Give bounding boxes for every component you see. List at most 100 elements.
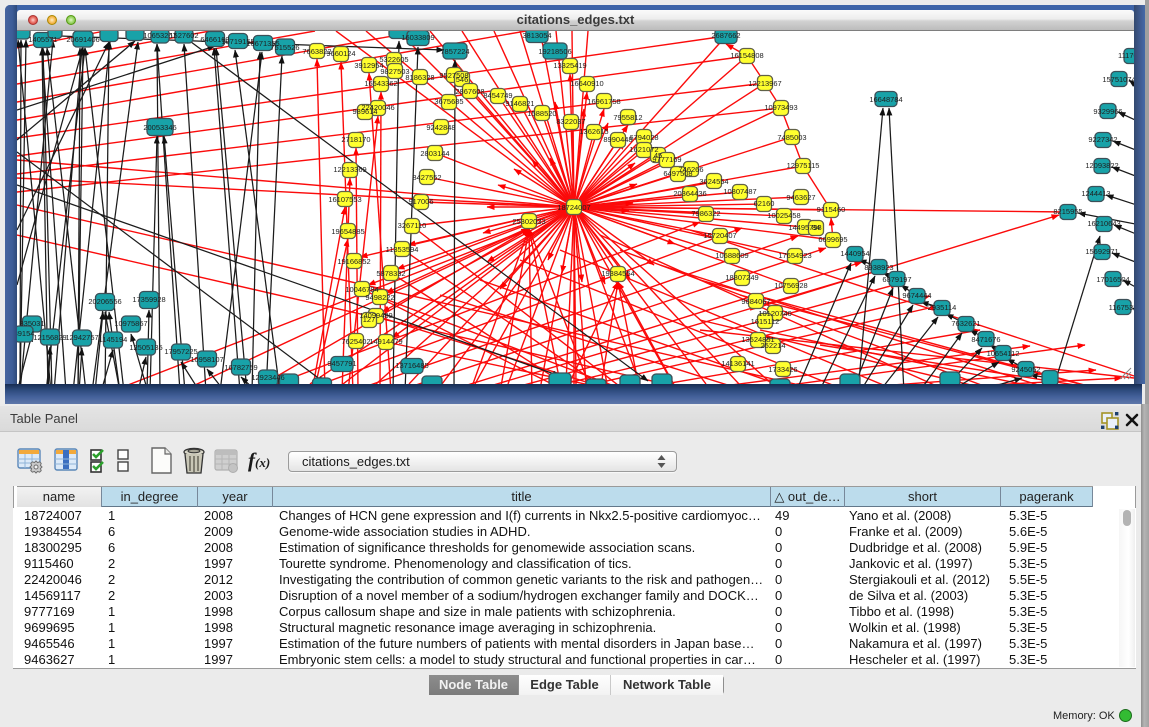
svg-text:1167533: 1167533 (1109, 303, 1134, 312)
svg-text:11353594: 11353594 (386, 245, 419, 254)
svg-text:13325419: 13325419 (553, 61, 586, 70)
svg-text:13716485: 13716485 (395, 361, 428, 370)
svg-text:7857224: 7857224 (440, 47, 469, 56)
svg-text:1117064: 1117064 (1118, 51, 1134, 60)
svg-text:1145194: 1145194 (99, 335, 128, 344)
svg-text:5878332: 5878332 (376, 269, 405, 278)
svg-text:16543362: 16543362 (364, 79, 397, 88)
svg-text:9242848: 9242848 (426, 123, 455, 132)
svg-text:917006: 917006 (408, 197, 433, 206)
svg-text:8990448: 8990448 (603, 135, 632, 144)
svg-text:1405571: 1405571 (28, 35, 57, 44)
svg-text:3267110: 3267110 (398, 221, 427, 230)
svg-text:12505135: 12505135 (129, 343, 162, 352)
svg-text:2935114: 2935114 (928, 303, 957, 312)
svg-text:6497508: 6497508 (663, 169, 692, 178)
svg-text:989614: 989614 (352, 107, 377, 116)
svg-text:9227342: 9227342 (1088, 135, 1117, 144)
svg-text:17359928: 17359928 (132, 295, 165, 304)
svg-text:1527602: 1527602 (169, 31, 198, 40)
svg-text:9329966: 9329966 (1093, 107, 1122, 116)
svg-text:10025458: 10025458 (767, 211, 800, 220)
svg-text:19384554: 19384554 (601, 269, 634, 278)
svg-text:9674444: 9674444 (902, 291, 931, 300)
svg-text:17016504: 17016504 (1096, 275, 1129, 284)
svg-text:19654885: 19654885 (331, 227, 364, 236)
svg-text:10973493: 10973493 (764, 103, 797, 112)
svg-text:2867608: 2867608 (455, 87, 484, 96)
svg-text:9660124: 9660124 (326, 49, 355, 58)
svg-text:12093822: 12093822 (1085, 161, 1118, 170)
svg-text:15751074: 15751074 (1102, 75, 1134, 84)
svg-text:546: 546 (456, 75, 469, 84)
svg-text:12156829: 12156829 (33, 333, 66, 342)
svg-text:16640910: 16640910 (570, 79, 603, 88)
svg-text:8186328: 8186328 (405, 73, 434, 82)
svg-text:8427552: 8427552 (412, 173, 441, 182)
svg-text:16782759: 16782759 (224, 363, 257, 372)
svg-text:9245052: 9245052 (1011, 365, 1040, 374)
svg-text:15720407: 15720407 (703, 231, 736, 240)
svg-text:20691406: 20691406 (66, 35, 99, 44)
svg-text:62160: 62160 (754, 199, 775, 208)
svg-text:8322037: 8322037 (556, 117, 585, 126)
svg-text:10807487: 10807487 (723, 187, 756, 196)
svg-text:10756928: 10756928 (774, 281, 807, 290)
svg-text:7955812: 7955812 (613, 113, 642, 122)
svg-text:6794028: 6794028 (629, 133, 658, 142)
svg-text:9146821: 9146821 (505, 99, 534, 108)
svg-text:20364436: 20364436 (673, 189, 706, 198)
svg-text:8938923: 8938923 (864, 263, 893, 272)
svg-text:2687662: 2687662 (711, 31, 740, 40)
svg-text:6879197: 6879197 (882, 275, 911, 284)
svg-text:16033809: 16033809 (401, 33, 434, 42)
svg-text:15692971: 15692971 (1085, 247, 1118, 256)
svg-text:1615112: 1615112 (751, 317, 780, 326)
svg-text:20053346: 20053346 (143, 123, 176, 132)
svg-text:20206556: 20206556 (88, 297, 121, 306)
svg-text:84: 84 (812, 223, 820, 232)
svg-text:7485003: 7485003 (777, 133, 806, 142)
svg-text:3624554: 3624554 (699, 177, 728, 186)
svg-text:16961758: 16961758 (587, 97, 620, 106)
svg-text:6699695: 6699695 (818, 235, 847, 244)
svg-text:10654112: 10654112 (987, 349, 1020, 358)
svg-text:18724007: 18724007 (557, 203, 590, 212)
svg-text:3675685: 3675685 (434, 97, 463, 106)
svg-text:2803144: 2803144 (420, 149, 449, 158)
svg-text:16154808: 16154808 (730, 51, 763, 60)
svg-text:16107553: 16107553 (328, 195, 361, 204)
svg-text:39154: 39154 (17, 329, 34, 338)
svg-text:1588520: 1588520 (527, 109, 556, 118)
svg-text:17654923: 17654923 (778, 251, 811, 260)
svg-text:8471676: 8471676 (971, 335, 1000, 344)
svg-text:335031: 335031 (19, 319, 44, 328)
svg-text:1733426: 1733426 (768, 365, 797, 374)
svg-text:9684067: 9684067 (741, 297, 770, 306)
svg-text:7632621: 7632621 (951, 319, 980, 328)
svg-text:9463627: 9463627 (786, 193, 815, 202)
svg-text:7986322: 7986322 (691, 209, 720, 218)
svg-text:25302033: 25302033 (512, 217, 545, 226)
svg-text:127: 127 (363, 315, 376, 324)
svg-text:16210643: 16210643 (1087, 219, 1120, 228)
svg-text:12213967: 12213967 (748, 79, 781, 88)
svg-text:7515526: 7515526 (270, 43, 299, 52)
svg-text:10958107: 10958107 (190, 355, 223, 364)
svg-text:9457791: 9457791 (327, 359, 356, 368)
svg-text:19218506: 19218506 (538, 47, 571, 56)
svg-text:14136141: 14136141 (721, 359, 754, 368)
svg-text:1440954: 1440954 (840, 249, 869, 258)
svg-text:9115460: 9115460 (817, 205, 846, 214)
svg-text:1244413: 1244413 (1081, 189, 1110, 198)
svg-text:5322605: 5322605 (379, 55, 408, 64)
svg-text:16648784: 16648784 (869, 95, 902, 104)
svg-text:2718170: 2718170 (341, 135, 370, 144)
svg-text:3813054: 3813054 (522, 31, 551, 40)
svg-text:12923446: 12923446 (251, 373, 284, 382)
svg-text:9777169: 9777169 (652, 155, 681, 164)
svg-text:252214: 252214 (760, 341, 785, 350)
svg-text:12975115: 12975115 (787, 161, 820, 170)
svg-text:12942757: 12942757 (65, 333, 98, 342)
svg-text:8215955: 8215955 (1053, 207, 1082, 216)
